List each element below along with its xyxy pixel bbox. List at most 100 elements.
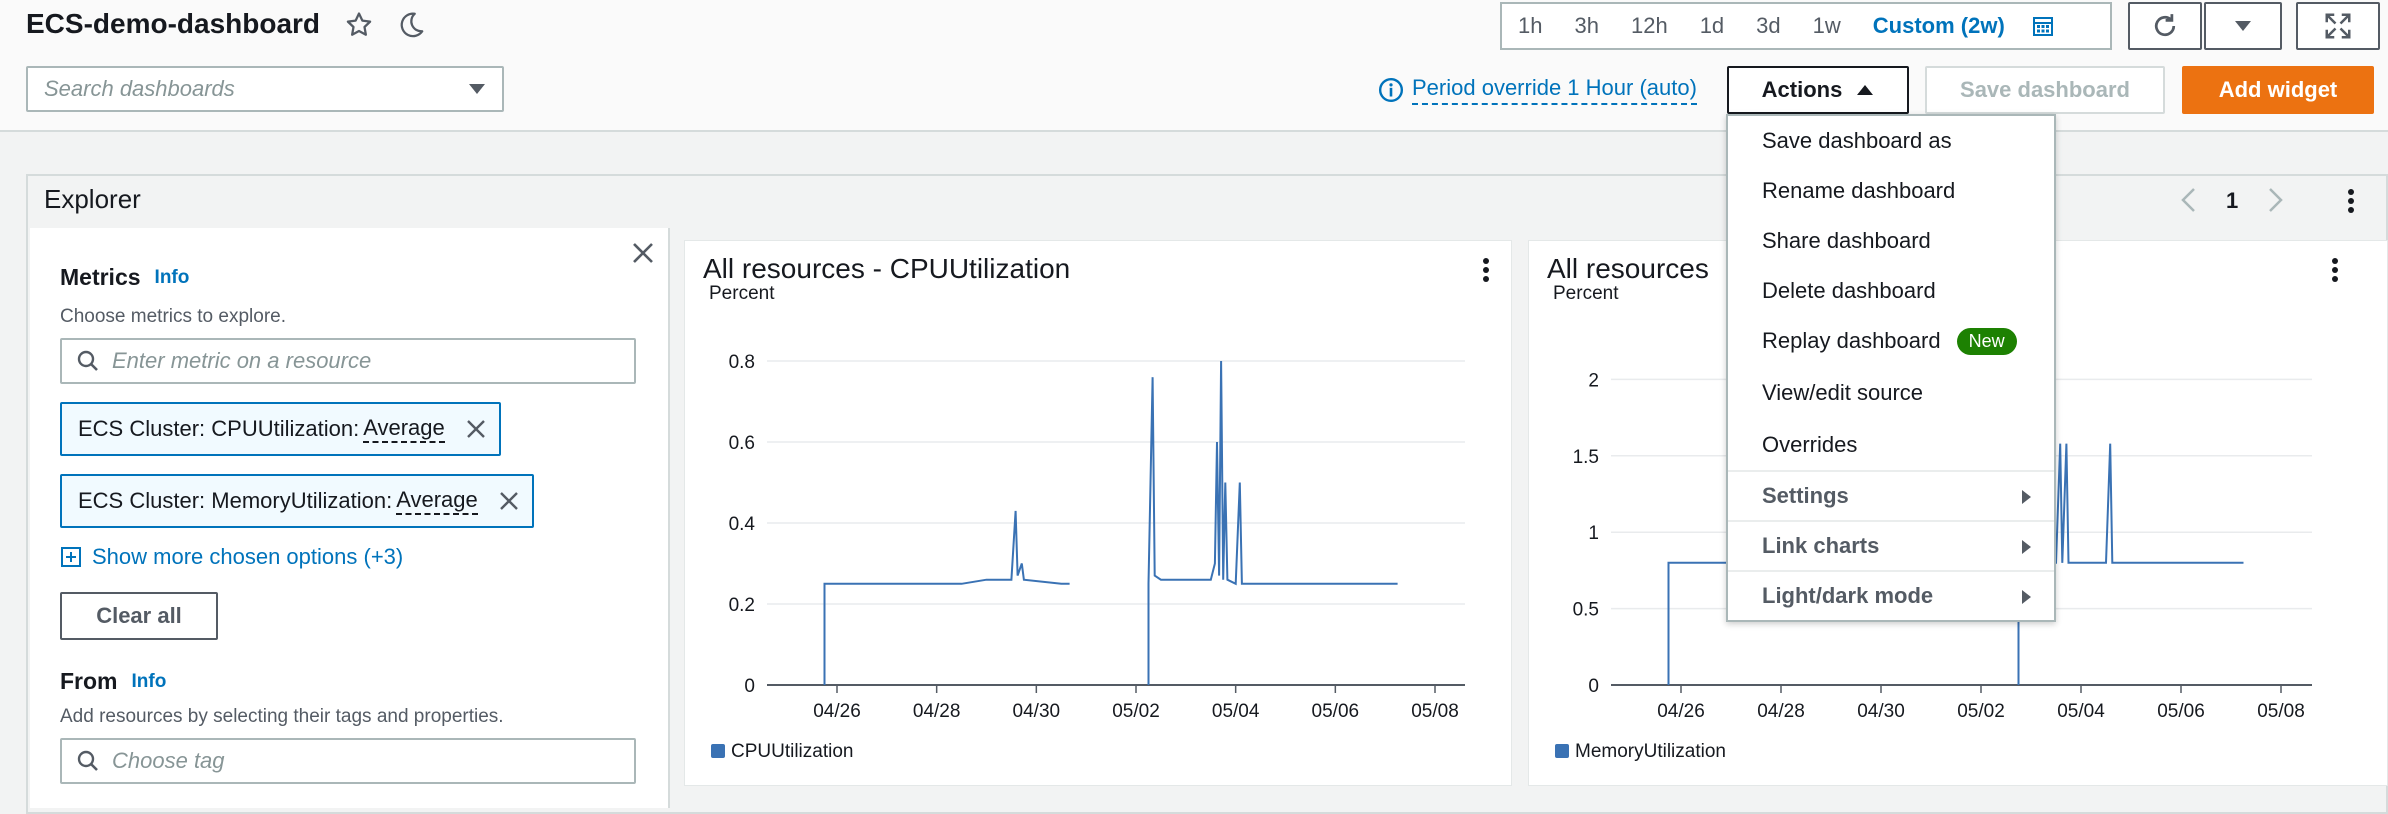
y-tick-label: 0.5 — [1573, 600, 1599, 621]
add-widget-button[interactable]: Add widget — [2182, 66, 2374, 114]
legend-label: CPUUtilization — [731, 741, 853, 762]
search-icon — [77, 350, 98, 371]
menu-item-light-dark-label: Light/dark mode — [1762, 583, 1934, 608]
time-range-3d[interactable]: 3d — [1740, 4, 1796, 48]
from-info-link[interactable]: Info — [132, 671, 167, 693]
x-tick-label: 05/04 — [2057, 701, 2105, 722]
page-title: ECS-demo-dashboard — [26, 8, 321, 39]
metrics-info-link[interactable]: Info — [155, 267, 190, 289]
tag-search-input[interactable]: Choose tag — [60, 738, 636, 784]
y-tick-label: 1.5 — [1573, 447, 1599, 468]
metric-search-input[interactable]: Enter metric on a resource — [60, 338, 636, 384]
moon-icon[interactable] — [394, 8, 428, 42]
calendar-icon[interactable] — [2021, 4, 2065, 48]
from-description: Add resources by selecting their tags an… — [60, 706, 504, 727]
line-chart-cpu[interactable]: Percent 0 0.2 0.4 0.6 0.8 04/26 04/28 04/30 05/02… — [685, 241, 1513, 787]
menu-item-view-source[interactable]: View/edit source — [1728, 368, 2054, 418]
from-heading: From Info — [60, 668, 166, 695]
metric-search-placeholder: Enter metric on a resource — [112, 348, 372, 373]
time-range-3h[interactable]: 3h — [1558, 4, 1614, 48]
y-tick-label: 0.6 — [729, 433, 755, 454]
menu-item-link-charts[interactable]: Link charts — [1728, 520, 2054, 570]
chevron-right-icon[interactable] — [2264, 186, 2286, 219]
actions-label: Actions — [1761, 77, 1843, 102]
caret-right-icon — [2022, 590, 2031, 604]
remove-token-icon[interactable] — [463, 416, 489, 442]
metric-token: ECS Cluster: MemoryUtilization: Average — [60, 474, 534, 528]
x-tick-label: 05/08 — [2257, 701, 2305, 722]
x-tick-label: 04/30 — [1013, 701, 1061, 722]
x-tick-label: 04/26 — [1657, 701, 1705, 722]
menu-item-replay[interactable]: Replay dashboard New — [1728, 316, 2054, 366]
clear-all-button[interactable]: Clear all — [60, 592, 218, 640]
y-tick-label: 0 — [744, 676, 755, 697]
legend-label: MemoryUtilization — [1575, 741, 1726, 762]
menu-item-save-as[interactable]: Save dashboard as — [1728, 116, 2054, 166]
time-range-custom[interactable]: Custom (2w) — [1857, 4, 2021, 48]
explorer-title: Explorer — [44, 184, 141, 214]
time-range-selector: 1h 3h 12h 1d 3d 1w Custom (2w) — [1500, 2, 2112, 50]
legend-swatch — [711, 744, 725, 758]
search-icon — [77, 750, 98, 771]
actions-button[interactable]: Actions — [1727, 66, 1909, 114]
metric-token-label: ECS Cluster: MemoryUtilization: — [78, 488, 393, 513]
metric-token-stat[interactable]: Average — [396, 487, 478, 515]
menu-item-rename[interactable]: Rename dashboard — [1728, 166, 2054, 216]
menu-item-delete[interactable]: Delete dashboard — [1728, 266, 2054, 316]
y-tick-label: 2 — [1588, 370, 1599, 391]
time-range-1w[interactable]: 1w — [1797, 4, 1857, 48]
legend-swatch — [1555, 744, 1569, 758]
metrics-title: Metrics — [60, 264, 141, 290]
refresh-options-button[interactable] — [2204, 2, 2282, 50]
search-dashboards-select[interactable]: Search dashboards — [26, 66, 504, 112]
close-icon[interactable] — [628, 238, 658, 268]
time-range-12h[interactable]: 12h — [1615, 4, 1684, 48]
metric-token: ECS Cluster: CPUUtilization: Average — [60, 402, 501, 456]
save-dashboard-button[interactable]: Save dashboard — [1925, 66, 2165, 114]
x-tick-label: 05/02 — [1112, 701, 1160, 722]
caret-down-icon — [452, 82, 502, 96]
time-range-1h[interactable]: 1h — [1502, 4, 1558, 48]
x-tick-label: 04/26 — [813, 701, 861, 722]
show-more-options-link[interactable]: Show more chosen options (+3) — [60, 544, 403, 570]
info-icon — [1378, 77, 1404, 103]
show-more-label: Show more chosen options (+3) — [92, 544, 404, 569]
x-tick-label: 05/06 — [2157, 701, 2205, 722]
metric-token-stat[interactable]: Average — [363, 415, 445, 443]
star-icon[interactable] — [342, 8, 376, 42]
refresh-icon — [2154, 14, 2176, 37]
search-dashboards-placeholder: Search dashboards — [44, 76, 235, 101]
y-tick-label: 0.8 — [729, 352, 755, 373]
x-tick-label: 04/28 — [1757, 701, 1805, 722]
explorer-sidebar: Metrics Info Choose metrics to explore. … — [30, 228, 670, 808]
menu-item-settings[interactable]: Settings — [1728, 470, 2054, 520]
menu-item-light-dark[interactable]: Light/dark mode — [1728, 570, 2054, 620]
series-line — [823, 510, 1070, 685]
y-axis-label: Percent — [709, 283, 775, 304]
caret-up-icon — [1857, 85, 1874, 95]
menu-item-replay-label: Replay dashboard — [1762, 328, 1941, 353]
y-tick-label: 0 — [1588, 676, 1599, 697]
x-tick-label: 04/30 — [1857, 701, 1905, 722]
y-tick-label: 0.4 — [729, 514, 756, 535]
time-range-1d[interactable]: 1d — [1684, 4, 1740, 48]
menu-item-overrides[interactable]: Overrides — [1728, 420, 2054, 470]
remove-token-icon[interactable] — [496, 488, 522, 514]
period-override-link[interactable]: Period override 1 Hour (auto) — [1378, 70, 1697, 110]
menu-item-share[interactable]: Share dashboard — [1728, 216, 2054, 266]
x-tick-label: 04/28 — [913, 701, 961, 722]
fullscreen-button[interactable] — [2296, 2, 2380, 50]
from-title: From — [60, 668, 118, 694]
x-tick-label: 05/04 — [1212, 701, 1260, 722]
x-tick-label: 05/06 — [1312, 701, 1360, 722]
page-number[interactable]: 1 — [2226, 188, 2238, 214]
chevron-left-icon[interactable] — [2178, 186, 2200, 219]
y-tick-label: 1 — [1588, 523, 1599, 544]
expand-icon — [2325, 13, 2351, 39]
menu-item-settings-label: Settings — [1762, 483, 1849, 508]
metric-token-label: ECS Cluster: CPUUtilization: — [78, 416, 360, 441]
more-options-icon[interactable] — [2346, 188, 2356, 219]
tag-search-placeholder: Choose tag — [112, 748, 225, 773]
refresh-button[interactable] — [2128, 2, 2202, 50]
caret-right-icon — [2022, 540, 2031, 554]
